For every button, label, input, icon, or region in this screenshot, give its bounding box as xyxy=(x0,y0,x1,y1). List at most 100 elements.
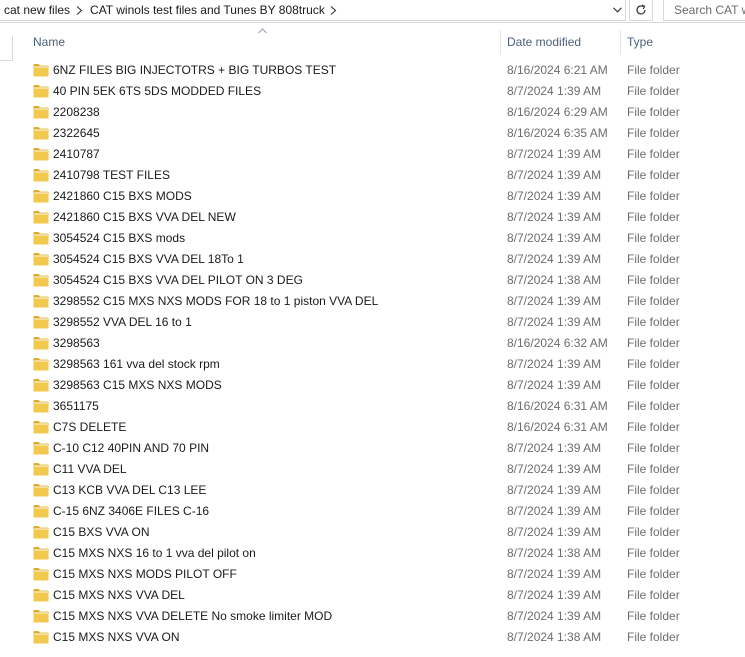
file-name[interactable]: 2322645 xyxy=(53,126,100,141)
file-row[interactable]: C7S DELETE 8/16/2024 6:31 AM File folder xyxy=(0,417,745,438)
file-name[interactable]: 2208238 xyxy=(53,105,100,120)
file-date-modified: 8/7/2024 1:39 AM xyxy=(507,567,602,581)
file-row[interactable]: 2421860 C15 BXS VVA DEL NEW 8/7/2024 1:39… xyxy=(0,207,745,228)
file-type: File folder xyxy=(627,609,680,623)
file-row[interactable]: C11 VVA DEL 8/7/2024 1:39 AM File folder xyxy=(0,459,745,480)
file-row[interactable]: C15 MXS NXS VVA ON 8/7/2024 1:38 AM File f… xyxy=(0,627,745,648)
file-row[interactable]: C13 KCB VVA DEL C13 LEE 8/7/2024 1:39 AM F… xyxy=(0,480,745,501)
address-history-dropdown[interactable] xyxy=(609,0,625,20)
folder-icon xyxy=(33,631,49,644)
toolbar: cat new files CAT winols test files and … xyxy=(0,0,745,23)
file-date-modified: 8/7/2024 1:39 AM xyxy=(507,189,602,203)
file-name[interactable]: C7S DELETE xyxy=(53,420,126,435)
file-name[interactable]: C15 MXS NXS MODS PILOT OFF xyxy=(53,567,237,582)
file-name[interactable]: 2421860 C15 BXS MODS xyxy=(53,189,192,204)
file-row[interactable]: 3298563 161 vva del stock rpm 8/7/2024 1:… xyxy=(0,354,745,375)
file-name[interactable]: 3298563 161 vva del stock rpm xyxy=(53,357,220,372)
file-date-modified: 8/7/2024 1:38 AM xyxy=(507,630,602,644)
folder-icon xyxy=(33,253,49,266)
file-type: File folder xyxy=(627,567,680,581)
folder-icon xyxy=(33,190,49,203)
refresh-button[interactable] xyxy=(629,0,653,21)
file-name[interactable]: C15 MXS NXS VVA DEL xyxy=(53,588,185,603)
file-row[interactable]: 2410798 TEST FILES 8/7/2024 1:39 AM File f… xyxy=(0,165,745,186)
file-type: File folder xyxy=(627,399,680,413)
file-row[interactable]: 3298563 C15 MXS NXS MODS 8/7/2024 1:39 AM… xyxy=(0,375,745,396)
file-name[interactable]: 2410787 xyxy=(53,147,100,162)
folder-icon xyxy=(33,232,49,245)
file-row[interactable]: 6NZ FILES BIG INJECTOTRS + BIG TURBOS TE… xyxy=(0,60,745,81)
file-name[interactable]: 3054524 C15 BXS VVA DEL 18To 1 xyxy=(53,252,244,267)
file-type: File folder xyxy=(627,147,680,161)
file-type: File folder xyxy=(627,336,680,350)
file-row[interactable]: 2410787 8/7/2024 1:39 AM File folder xyxy=(0,144,745,165)
file-row[interactable]: 2208238 8/16/2024 6:29 AM File folder xyxy=(0,102,745,123)
file-row[interactable]: 3054524 C15 BXS VVA DEL 18To 1 8/7/2024 1… xyxy=(0,249,745,270)
file-row[interactable]: C15 MXS NXS 16 to 1 vva del pilot on 8/7/… xyxy=(0,543,745,564)
file-date-modified: 8/16/2024 6:29 AM xyxy=(507,105,608,119)
search-input[interactable]: Search CAT w xyxy=(663,0,745,21)
file-name[interactable]: C-10 C12 40PIN AND 70 PIN xyxy=(53,441,209,456)
file-name[interactable]: 3298552 C15 MXS NXS MODS FOR 18 to 1 pis… xyxy=(53,294,378,309)
column-header-name[interactable]: Name xyxy=(27,34,500,54)
folder-icon xyxy=(33,610,49,623)
file-name[interactable]: 40 PIN 5EK 6TS 5DS MODDED FILES xyxy=(53,84,261,99)
chevron-right-icon[interactable] xyxy=(327,0,341,20)
file-type: File folder xyxy=(627,231,680,245)
file-name[interactable]: C15 MXS NXS 16 to 1 vva del pilot on xyxy=(53,546,256,561)
file-row[interactable]: C15 MXS NXS MODS PILOT OFF 8/7/2024 1:39 … xyxy=(0,564,745,585)
file-type: File folder xyxy=(627,378,680,392)
file-date-modified: 8/7/2024 1:39 AM xyxy=(507,294,602,308)
file-name[interactable]: 3054524 C15 BXS mods xyxy=(53,231,185,246)
folder-icon xyxy=(33,442,49,455)
file-type: File folder xyxy=(627,105,680,119)
file-name[interactable]: C13 KCB VVA DEL C13 LEE xyxy=(53,483,206,498)
file-name[interactable]: C-15 6NZ 3406E FILES C-16 xyxy=(53,504,209,519)
breadcrumb-current-folder[interactable]: CAT winols test files and Tunes BY 808tr… xyxy=(86,0,327,20)
chevron-right-icon[interactable] xyxy=(72,0,86,20)
file-type: File folder xyxy=(627,525,680,539)
file-row[interactable]: C15 MXS NXS VVA DEL 8/7/2024 1:39 AM File … xyxy=(0,585,745,606)
file-row[interactable]: C-10 C12 40PIN AND 70 PIN 8/7/2024 1:39 A… xyxy=(0,438,745,459)
file-type: File folder xyxy=(627,462,680,476)
folder-icon xyxy=(33,64,49,77)
file-name[interactable]: C15 MXS NXS VVA ON xyxy=(53,630,180,645)
file-name[interactable]: C15 BXS VVA ON xyxy=(53,525,150,540)
file-row[interactable]: 40 PIN 5EK 6TS 5DS MODDED FILES 8/7/2024 … xyxy=(0,81,745,102)
file-type: File folder xyxy=(627,483,680,497)
file-row[interactable]: 2421860 C15 BXS MODS 8/7/2024 1:39 AM File… xyxy=(0,186,745,207)
folder-icon xyxy=(33,85,49,98)
file-name[interactable]: 2421860 C15 BXS VVA DEL NEW xyxy=(53,210,236,225)
file-row[interactable]: 3054524 C15 BXS VVA DEL PILOT ON 3 DEG 8/… xyxy=(0,270,745,291)
file-type: File folder xyxy=(627,441,680,455)
file-name[interactable]: C15 MXS NXS VVA DELETE No smoke limiter … xyxy=(53,609,332,624)
file-row[interactable]: 3054524 C15 BXS mods 8/7/2024 1:39 AM File… xyxy=(0,228,745,249)
file-date-modified: 8/7/2024 1:39 AM xyxy=(507,441,602,455)
folder-icon xyxy=(33,526,49,539)
file-row[interactable]: 3651175 8/16/2024 6:31 AM File folder xyxy=(0,396,745,417)
folder-icon xyxy=(33,463,49,476)
folder-icon xyxy=(33,148,49,161)
file-row[interactable]: C15 BXS VVA ON 8/7/2024 1:39 AM File folde… xyxy=(0,522,745,543)
file-name[interactable]: 2410798 TEST FILES xyxy=(53,168,170,183)
file-row[interactable]: C-15 6NZ 3406E FILES C-16 8/7/2024 1:39 A… xyxy=(0,501,745,522)
file-name[interactable]: 6NZ FILES BIG INJECTOTRS + BIG TURBOS TE… xyxy=(53,63,336,78)
column-header-type[interactable]: Type xyxy=(621,34,745,54)
file-name[interactable]: 3651175 xyxy=(53,399,99,414)
column-header-date-modified[interactable]: Date modified xyxy=(501,34,620,54)
file-name[interactable]: 3298552 VVA DEL 16 to 1 xyxy=(53,315,192,330)
folder-icon xyxy=(33,337,49,350)
address-bar[interactable]: cat new files CAT winols test files and … xyxy=(0,0,626,21)
file-name[interactable]: 3298563 xyxy=(53,336,100,351)
file-name[interactable]: 3298563 C15 MXS NXS MODS xyxy=(53,378,222,393)
file-date-modified: 8/7/2024 1:39 AM xyxy=(507,609,602,623)
breadcrumb-cat-new-files[interactable]: cat new files xyxy=(0,0,72,20)
folder-icon xyxy=(33,358,49,371)
file-name[interactable]: 3054524 C15 BXS VVA DEL PILOT ON 3 DEG xyxy=(53,273,303,288)
file-name[interactable]: C11 VVA DEL xyxy=(53,462,127,477)
file-row[interactable]: 3298552 C15 MXS NXS MODS FOR 18 to 1 pis… xyxy=(0,291,745,312)
file-row[interactable]: 3298563 8/16/2024 6:32 AM File folder xyxy=(0,333,745,354)
file-row[interactable]: 3298552 VVA DEL 16 to 1 8/7/2024 1:39 AM F… xyxy=(0,312,745,333)
file-row[interactable]: C15 MXS NXS VVA DELETE No smoke limiter … xyxy=(0,606,745,627)
file-row[interactable]: 2322645 8/16/2024 6:35 AM File folder xyxy=(0,123,745,144)
